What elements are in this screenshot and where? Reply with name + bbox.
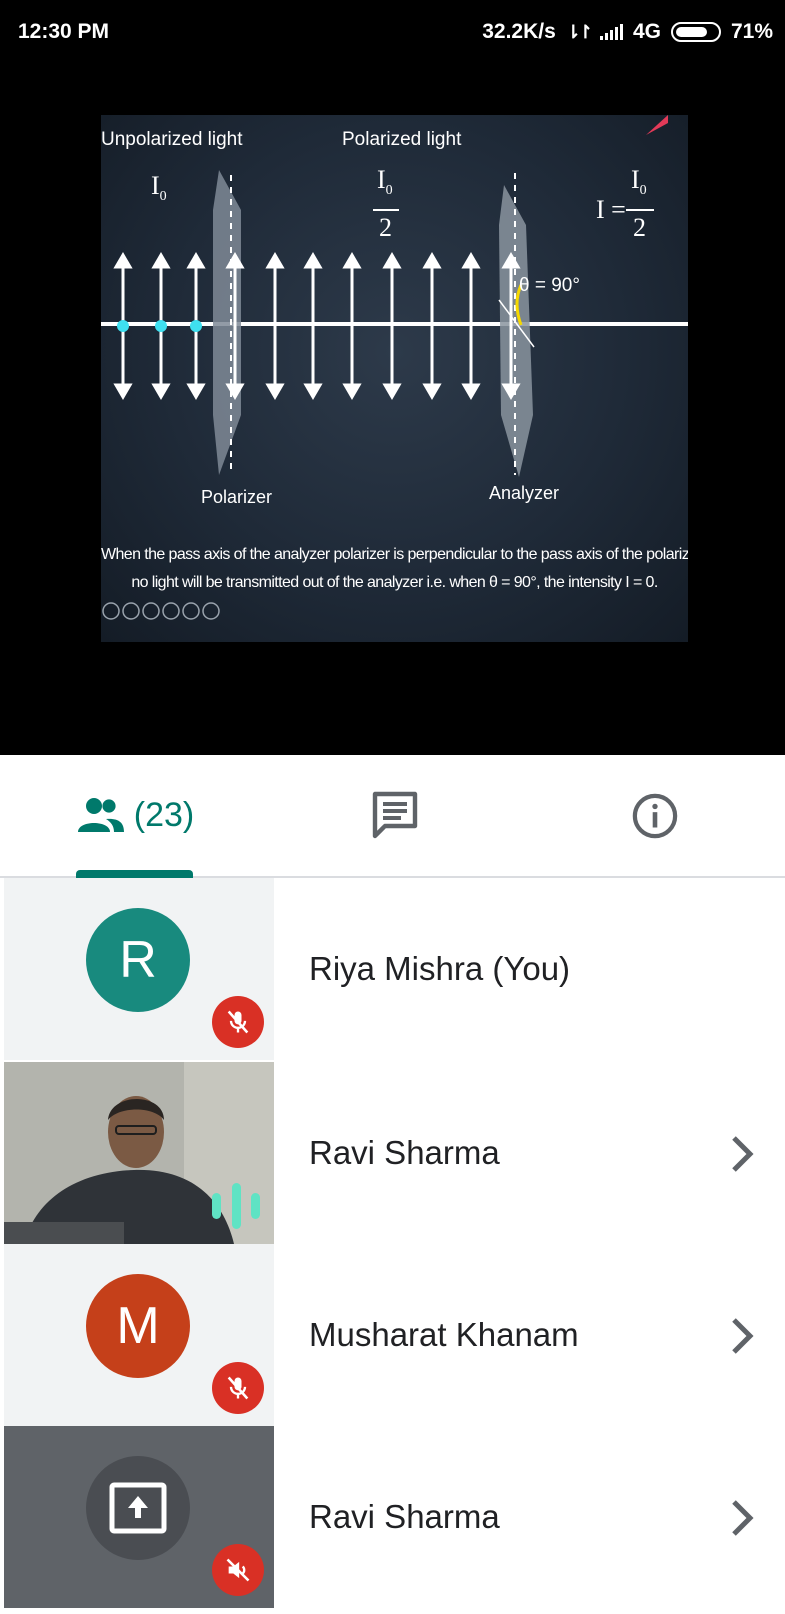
chevron-right-icon[interactable] — [730, 1498, 754, 1538]
unpolarized-dot — [155, 320, 167, 332]
participant-name: Ravi Sharma — [309, 1498, 500, 1535]
participant-tile: M — [4, 1244, 274, 1426]
speaking-indicator-icon — [212, 1180, 260, 1232]
screen-share-icon — [109, 1482, 167, 1534]
participant-row[interactable]: Ravi Sharma — [0, 1062, 785, 1244]
speaker-off-icon — [212, 1544, 264, 1596]
chevron-right-icon[interactable] — [730, 1134, 754, 1174]
chat-icon — [372, 791, 418, 838]
logo-mark — [646, 115, 668, 135]
status-time: 12:30 PM — [18, 20, 110, 43]
analyzer-label: Analyzer — [489, 483, 560, 503]
info-icon — [632, 793, 678, 838]
avatar: M — [86, 1274, 190, 1378]
tab-chat[interactable] — [330, 755, 460, 876]
battery-level: 71% — [730, 20, 773, 43]
data-transfer-icon: ⇂↾ — [565, 21, 593, 42]
participant-row[interactable]: Ravi Sharma — [0, 1426, 785, 1608]
final-intensity-lhs: I = — [596, 195, 626, 224]
tab-people[interactable]: (23) — [40, 755, 230, 876]
participant-list: R Riya Mishra (You) Ravi Sharma M Mushar… — [0, 878, 785, 1614]
mic-off-icon — [212, 1362, 264, 1414]
participant-row[interactable]: R Riya Mishra (You) — [0, 878, 785, 1060]
participant-tile — [4, 1426, 274, 1608]
participant-row[interactable]: M Musharat Khanam — [0, 1244, 785, 1426]
network-speed: 32.2K/s — [482, 20, 556, 43]
presentation-video[interactable]: 12:30 PM 32.2K/s ⇂↾ 4G 71% Unpolarized l… — [0, 0, 785, 755]
participant-name: Ravi Sharma — [309, 1134, 500, 1171]
chevron-right-icon[interactable] — [730, 1316, 754, 1356]
participant-tile: R — [4, 878, 274, 1060]
signal-icon — [599, 24, 623, 40]
polarizer-label: Polarizer — [201, 487, 273, 507]
status-bar: 12:30 PM 32.2K/s ⇂↾ 4G 71% — [0, 0, 785, 62]
battery-icon — [670, 22, 721, 42]
intensity-i0: I0 — [151, 171, 167, 205]
active-tab-indicator — [76, 870, 193, 878]
final-intensity-denominator: 2 — [633, 213, 646, 242]
half-intensity-denominator: 2 — [379, 213, 392, 242]
polarized-light-label: Polarized light — [342, 129, 462, 150]
status-indicators: 32.2K/s ⇂↾ 4G 71% — [482, 20, 773, 44]
avatar: R — [86, 908, 190, 1012]
mic-off-icon — [212, 996, 264, 1048]
participant-count: (23) — [133, 796, 195, 834]
slide-caption-line-1: When the pass axis of the analyzer polar… — [101, 546, 688, 563]
final-intensity-numerator: I0 — [631, 165, 647, 199]
unpolarized-dot — [190, 320, 202, 332]
angle-label: θ = 90° — [519, 275, 580, 296]
participant-video-tile — [4, 1062, 274, 1244]
people-icon — [77, 797, 124, 832]
avatar — [86, 1456, 190, 1560]
network-type: 4G — [632, 20, 661, 43]
unpolarized-dot — [117, 320, 129, 332]
tab-bar: (23) — [0, 755, 785, 878]
slide-caption-line-2: no light will be transmitted out of the … — [131, 574, 658, 591]
slide: Unpolarized light Polarized light I0 I0 … — [101, 115, 688, 642]
half-intensity-numerator: I0 — [377, 165, 393, 199]
participant-name: Musharat Khanam — [309, 1316, 579, 1353]
unpolarized-light-label: Unpolarized light — [101, 129, 243, 150]
participant-name: Riya Mishra (You) — [309, 950, 571, 987]
polarizer-plate — [213, 170, 241, 475]
tab-info[interactable] — [590, 755, 720, 876]
slide-controls — [102, 602, 220, 620]
